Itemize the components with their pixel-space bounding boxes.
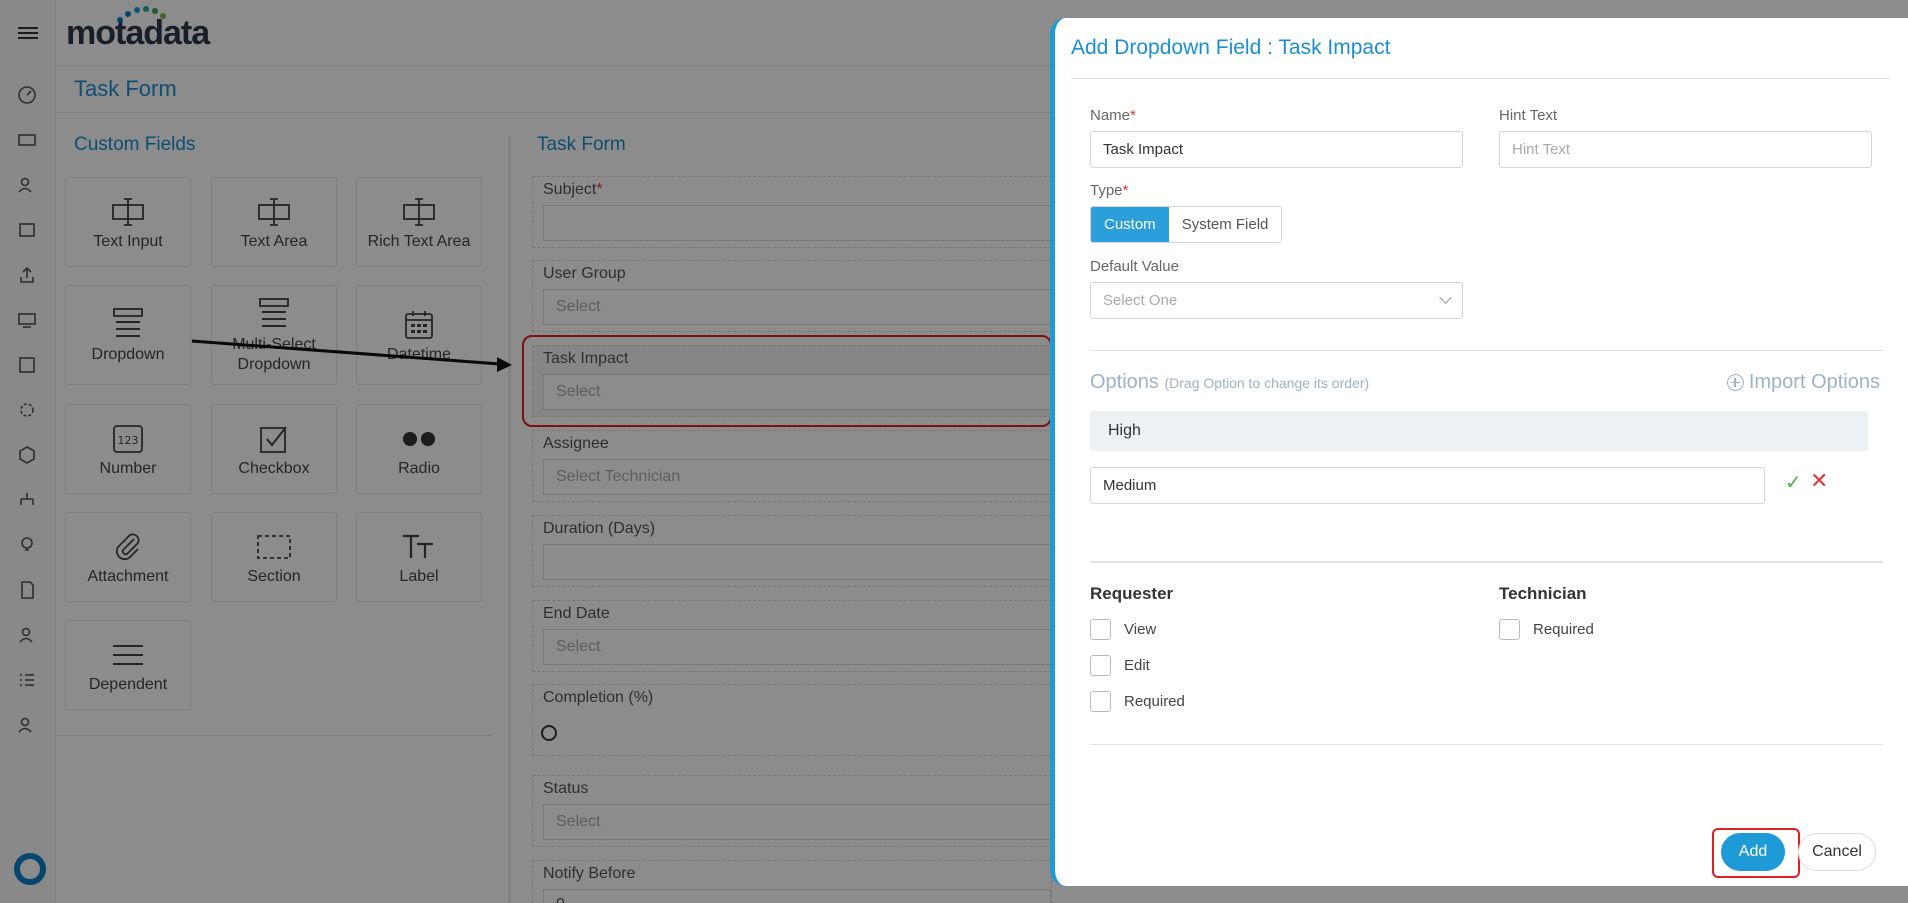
chevron-down-icon: [1439, 291, 1452, 304]
technician-title: Technician: [1499, 584, 1587, 603]
requester-edit-checkbox[interactable]: Edit: [1090, 655, 1150, 676]
import-options-button[interactable]: Import Options: [1726, 371, 1880, 394]
name-input[interactable]: Task Impact: [1090, 131, 1463, 168]
section-divider: [1090, 350, 1883, 351]
default-value-placeholder: Select One: [1103, 292, 1178, 309]
type-label: Type*: [1090, 182, 1129, 199]
type-option-custom[interactable]: Custom: [1091, 207, 1169, 242]
requester-required-checkbox[interactable]: Required: [1090, 691, 1185, 712]
option-item[interactable]: High: [1090, 411, 1868, 451]
technician-required-checkbox[interactable]: Required: [1499, 619, 1594, 640]
options-hint: (Drag Option to change its order): [1164, 375, 1370, 391]
checkbox-label: Required: [1124, 693, 1185, 710]
default-value-select[interactable]: Select One: [1090, 282, 1463, 319]
add-dropdown-field-drawer: Add Dropdown Field : Task Impact Name* T…: [1050, 18, 1908, 886]
type-toggle: Custom System Field: [1090, 206, 1283, 243]
checkbox-label: View: [1124, 621, 1157, 638]
options-title: Options (Drag Option to change its order…: [1090, 371, 1370, 393]
add-button[interactable]: Add: [1721, 833, 1785, 871]
footer-divider: [1090, 744, 1883, 745]
confirm-check-icon[interactable]: ✓: [1785, 470, 1802, 495]
new-option-input[interactable]: Medium: [1090, 467, 1765, 504]
plus-circle-icon: [1726, 374, 1744, 391]
checkbox[interactable]: [1090, 691, 1111, 712]
permissions-divider: [1090, 561, 1883, 563]
requester-view-checkbox[interactable]: View: [1090, 619, 1156, 640]
checkbox-label: Edit: [1124, 657, 1150, 674]
checkbox[interactable]: [1090, 619, 1111, 640]
close-icon[interactable]: ✕: [1810, 468, 1828, 494]
requester-title: Requester: [1090, 584, 1174, 603]
default-value-label: Default Value: [1090, 258, 1179, 275]
type-option-system-field[interactable]: System Field: [1169, 207, 1282, 242]
checkbox-label: Required: [1533, 621, 1594, 638]
drawer-title-divider: [1071, 78, 1890, 79]
checkbox[interactable]: [1499, 619, 1520, 640]
checkbox[interactable]: [1090, 655, 1111, 676]
drawer-title: Add Dropdown Field : Task Impact: [1071, 36, 1391, 59]
cancel-button[interactable]: Cancel: [1798, 833, 1876, 871]
hint-text-label: Hint Text: [1499, 107, 1558, 124]
name-label: Name*: [1090, 107, 1136, 124]
hint-text-input[interactable]: Hint Text: [1499, 131, 1872, 168]
import-options-label: Import Options: [1748, 371, 1880, 393]
